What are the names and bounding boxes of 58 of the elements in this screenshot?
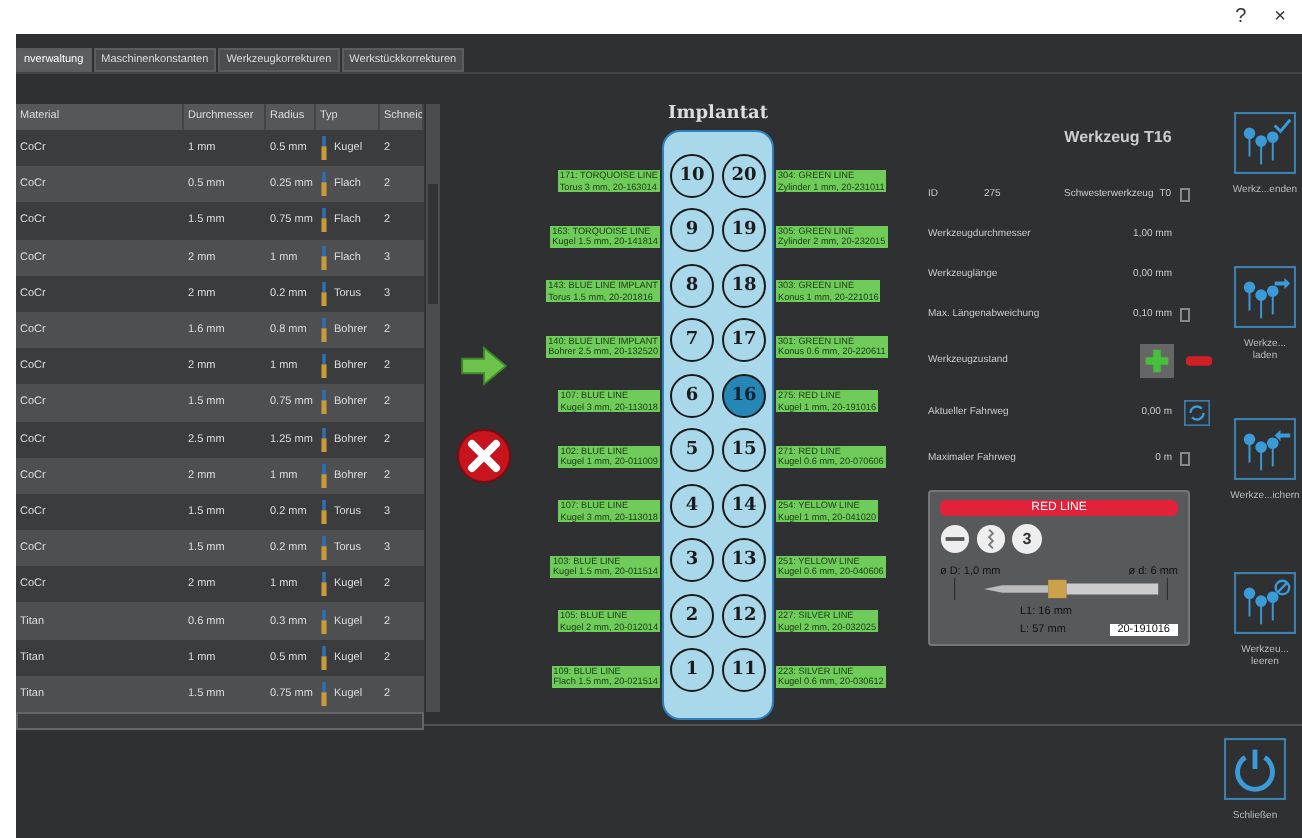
slot[interactable]: 4 (670, 483, 714, 528)
spinner-control[interactable] (1180, 451, 1190, 465)
slot[interactable]: 18 (722, 263, 766, 308)
slot[interactable]: 19 (722, 208, 766, 253)
slot[interactable]: 14 (722, 483, 766, 528)
tool-bit-icon (320, 208, 328, 233)
minus-icon[interactable] (1186, 355, 1212, 365)
tool-bit-icon (320, 427, 328, 452)
material-badge-icon (940, 524, 970, 554)
horizontal-scrollbar[interactable] (16, 712, 424, 730)
drill-badge-icon (976, 524, 1006, 554)
flute-count-badge: 3 (1012, 524, 1042, 554)
tool-bit-icon (320, 245, 328, 270)
refresh-icon[interactable] (1184, 399, 1210, 425)
tool-bit-icon (320, 645, 328, 670)
tool-bit-icon (320, 463, 328, 488)
slot[interactable]: 20 (722, 153, 766, 198)
tool-bit-icon (320, 390, 328, 415)
tool-bit-icon (320, 318, 328, 343)
slot[interactable]: 15 (722, 428, 766, 473)
tools-prohibited-icon[interactable] (1234, 571, 1296, 633)
right-arrow-icon[interactable] (460, 346, 508, 386)
slot[interactable]: 7 (670, 318, 714, 363)
slot[interactable]: 2 (670, 593, 714, 638)
plus-icon[interactable] (1140, 343, 1174, 377)
slot[interactable]: 5 (670, 428, 714, 473)
tool-bit-icon (320, 681, 328, 706)
slot[interactable]: 16 (722, 373, 766, 418)
slot[interactable]: 8 (670, 263, 714, 308)
tool-bit-icon (320, 136, 328, 161)
tool-bit-icon (320, 281, 328, 306)
tools-arrow-left-icon[interactable] (1234, 418, 1296, 480)
tool-title: Werkzeug T16 (1062, 128, 1174, 146)
slot[interactable]: 12 (722, 593, 766, 638)
slot[interactable]: 1 (670, 648, 714, 693)
tool-bit-icon (320, 536, 328, 561)
tool-bit-icon (320, 572, 328, 597)
tool-bit-icon (320, 609, 328, 634)
close-button[interactable]: × (1274, 6, 1286, 28)
spinner-control[interactable] (1180, 307, 1190, 321)
slot[interactable]: 10 (670, 153, 714, 198)
tool-bit-icon (320, 354, 328, 379)
tool-bit-icon (320, 499, 328, 524)
slot[interactable]: 13 (722, 538, 766, 583)
power-icon[interactable] (1224, 738, 1286, 800)
implant-title: Implantat (668, 104, 768, 124)
tool-bit-icon (320, 172, 328, 197)
slot[interactable]: 11 (722, 648, 766, 693)
tools-check-icon[interactable] (1234, 112, 1296, 174)
slot[interactable]: 3 (670, 538, 714, 583)
tools-arrow-right-icon[interactable] (1234, 265, 1296, 327)
slot[interactable]: 17 (722, 318, 766, 363)
spinner-control[interactable] (1179, 187, 1190, 201)
close-icon[interactable] (456, 428, 512, 484)
help-button[interactable]: ? (1235, 6, 1247, 28)
slot[interactable]: 6 (670, 373, 714, 418)
slot[interactable]: 9 (670, 208, 714, 253)
vertical-scrollbar[interactable] (424, 104, 440, 712)
